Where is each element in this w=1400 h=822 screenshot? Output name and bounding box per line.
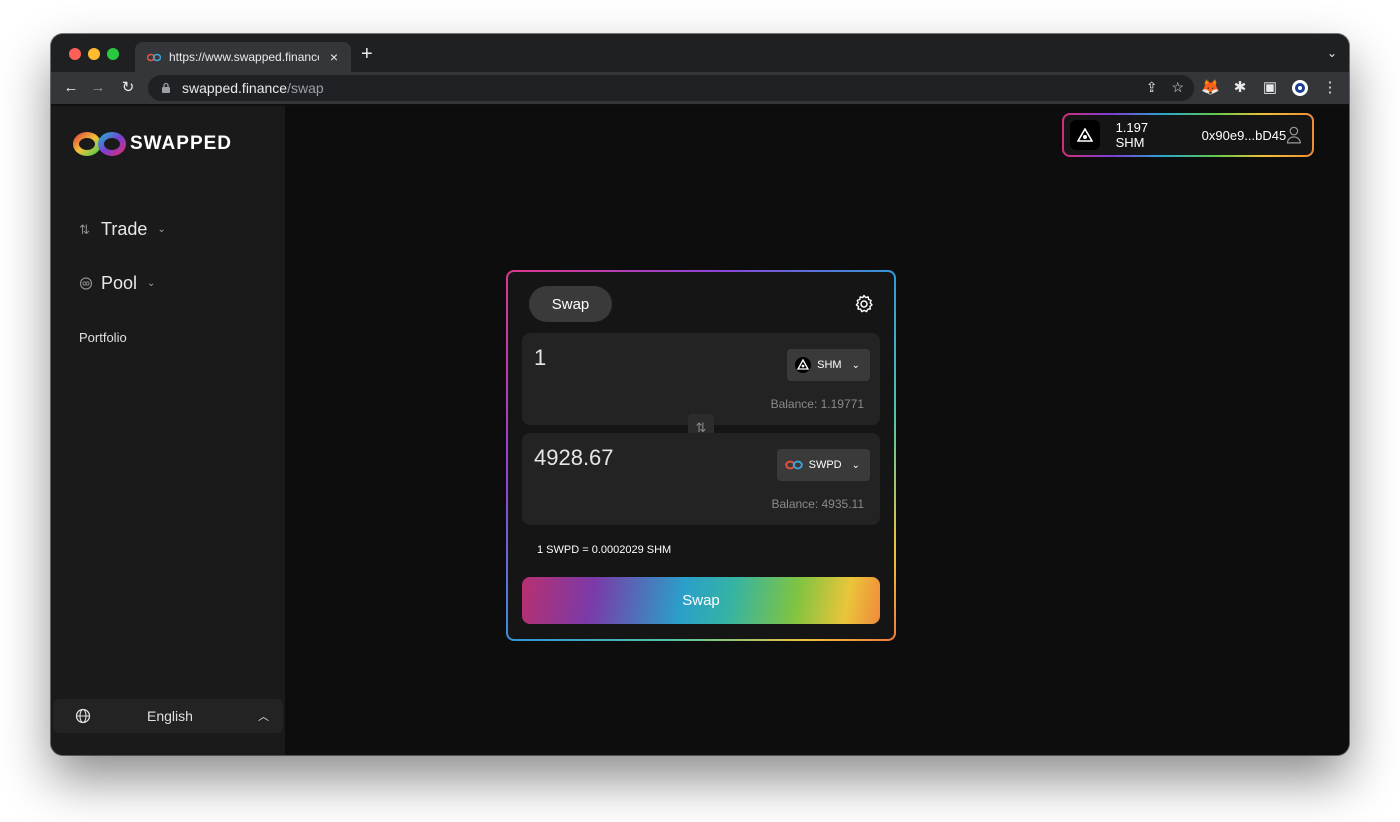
bookmark-star-icon[interactable]: ☆ (1171, 79, 1184, 96)
swap-tab[interactable]: Swap (529, 286, 612, 322)
browser-window: https://www.swapped.finance/ × + ⌄ ← → ↻… (51, 34, 1349, 755)
sidebar-item-label: Trade (101, 219, 148, 239)
chevron-down-icon: ⌄ (157, 224, 166, 235)
share-icon[interactable]: ⇪ (1146, 79, 1158, 96)
tab-search-chevron-icon[interactable]: ⌄ (1327, 46, 1337, 60)
to-balance: Balance: 4935.11 (771, 497, 864, 511)
back-arrow-icon[interactable]: ← (60, 77, 82, 99)
wallet-address: 0x90e9...bD45 (1201, 127, 1287, 143)
globe-icon (75, 708, 91, 724)
lock-icon (162, 82, 170, 93)
shardeum-chain-icon (1070, 120, 1100, 150)
sidebar-item-pool[interactable]: Pool ⌄ (79, 273, 155, 294)
tab-close-icon[interactable]: × (327, 49, 341, 65)
address-bar[interactable]: swapped.finance/swap ⇪ ☆ (148, 75, 1194, 101)
to-token-box: 4928.67 SWPD ⌄ Balance: 4935.11 (522, 433, 880, 525)
more-menu-icon[interactable]: ⋮ (1321, 77, 1339, 99)
close-window-button[interactable] (69, 48, 81, 60)
tab-title: https://www.swapped.finance/ (169, 50, 319, 64)
swapped-favicon-icon (147, 53, 161, 61)
main-content: 1.197 SHM 0x90e9...bD45 Swap 1 SHM ⌄ Bal… (285, 106, 1349, 755)
side-panel-icon[interactable]: ▣ (1261, 77, 1279, 99)
to-amount-input[interactable]: 4928.67 (534, 445, 614, 471)
from-token-symbol: SHM (817, 359, 842, 371)
from-amount-input[interactable]: 1 (534, 345, 546, 371)
sidebar-item-portfolio[interactable]: Portfolio (79, 330, 127, 345)
chevron-down-icon: ⌄ (851, 359, 860, 371)
language-selector[interactable]: English ︿ (53, 699, 283, 733)
swpd-token-icon (784, 460, 803, 470)
swap-arrows-icon: ⇅ (79, 221, 90, 237)
wallet-balance: 1.197 SHM (1115, 120, 1149, 150)
to-token-select[interactable]: SWPD ⌄ (776, 449, 870, 481)
url-host: swapped.finance (182, 80, 288, 96)
logo-text: SWAPPED (130, 133, 233, 154)
sidebar: SWAPPED ⇅ Trade ⌄ Pool ⌄ Portfolio Engli… (51, 106, 285, 755)
extensions-puzzle-icon[interactable]: ✱ (1231, 77, 1249, 99)
pool-icon (79, 277, 93, 290)
wallet-button[interactable]: 1.197 SHM 0x90e9...bD45 (1062, 113, 1314, 157)
user-icon (1287, 126, 1302, 144)
sidebar-item-label: Pool (101, 273, 138, 293)
from-token-select[interactable]: SHM ⌄ (787, 349, 870, 381)
chevron-down-icon: ⌄ (147, 278, 156, 289)
sidebar-item-trade[interactable]: ⇅ Trade ⌄ (79, 219, 166, 240)
browser-tab[interactable]: https://www.swapped.finance/ × (135, 42, 351, 72)
swapped-logo[interactable]: SWAPPED (72, 130, 232, 158)
browser-toolbar: ← → ↻ swapped.finance/swap ⇪ ☆ 🦊 ✱ ▣ ⋮ (51, 72, 1349, 104)
reload-icon[interactable]: ↻ (117, 77, 139, 99)
swap-button[interactable]: Swap (522, 577, 880, 624)
swap-card: Swap 1 SHM ⌄ Balance: 1.19771 ⇅ 4928.67 … (506, 270, 896, 641)
infinity-logo-icon (73, 132, 126, 156)
shm-token-icon (795, 357, 812, 373)
chevron-up-icon: ︿ (258, 711, 269, 723)
chevron-down-icon: ⌄ (851, 459, 860, 471)
from-balance: Balance: 1.19771 (770, 397, 864, 411)
to-token-symbol: SWPD (808, 459, 842, 471)
language-label: English (147, 708, 193, 724)
from-token-box: 1 SHM ⌄ Balance: 1.19771 (522, 333, 880, 425)
forward-arrow-icon[interactable]: → (87, 77, 109, 99)
profile-avatar-icon[interactable] (1291, 77, 1309, 99)
settings-gear-icon[interactable] (854, 294, 874, 314)
url-path: /swap (287, 80, 324, 96)
metamask-extension-icon[interactable]: 🦊 (1201, 77, 1220, 99)
exchange-rate: 1 SWPD = 0.0002029 SHM (537, 544, 672, 556)
new-tab-icon[interactable]: + (361, 44, 373, 64)
tab-strip: https://www.swapped.finance/ × + ⌄ (51, 34, 1349, 72)
minimize-window-button[interactable] (88, 48, 100, 60)
zoom-window-button[interactable] (107, 48, 119, 60)
